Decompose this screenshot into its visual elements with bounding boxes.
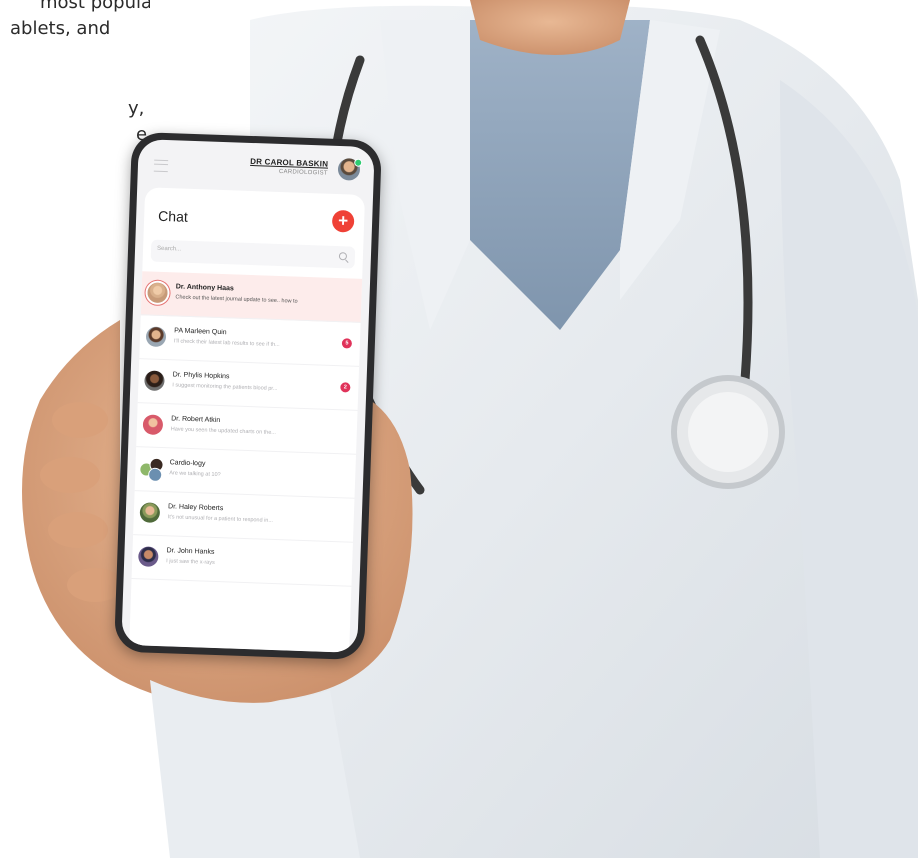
contact-avatar [147, 282, 168, 304]
chat-list-item[interactable]: PA Marleen Quin I'll check their latest … [139, 315, 361, 367]
phone-screen: DR CAROL BASKIN CARDIOLOGIST Chat + Sear… [121, 139, 375, 653]
phone-device: DR CAROL BASKIN CARDIOLOGIST Chat + Sear… [114, 131, 382, 661]
chat-list-item[interactable]: Dr. Robert Atkin Have you seen the updat… [136, 403, 358, 455]
contact-avatar [145, 326, 167, 348]
message-preview: Are we talking at 10? [169, 470, 221, 479]
contact-avatar [142, 414, 164, 436]
article-line: ablets, and [10, 18, 111, 39]
doctor-role: CARDIOLOGIST [278, 168, 328, 177]
message-preview: I suggest monitoring the patients blood … [172, 382, 278, 393]
search-input[interactable]: Search... [157, 246, 181, 253]
unread-badge: 5 [341, 338, 353, 349]
contact-avatar [139, 502, 161, 523]
article-line: y, [128, 98, 145, 119]
group-avatar [139, 457, 164, 483]
message-preview: Check out the latest journal update to s… [175, 294, 298, 305]
hamburger-menu-icon[interactable] [153, 159, 169, 173]
contact-name: Dr. Phylis Hopkins [172, 371, 230, 381]
contact-avatar [144, 370, 165, 392]
cropped-article-text: most popular ablets, and y, e e [0, 0, 150, 200]
contact-name: Dr. Haley Roberts [167, 503, 224, 513]
contact-name: PA Marleen Quin [174, 327, 227, 337]
message-preview: It's not unusual for a patient to respon… [167, 514, 274, 524]
search-bar[interactable]: Search... [150, 239, 356, 269]
chat-card: Chat + Search... Dr. Anthony Haas Check … [129, 187, 366, 653]
contact-name: Dr. Robert Atkin [171, 415, 221, 425]
doctor-name[interactable]: DR CAROL BASKIN [250, 157, 328, 169]
contact-name: Cardio-logy [169, 459, 206, 468]
new-chat-button[interactable]: + [331, 209, 355, 233]
chat-list-item[interactable]: Dr. Haley Roberts It's not unusual for a… [133, 491, 355, 543]
message-preview: I just saw the x-rays [166, 558, 215, 566]
message-preview: I'll check their latest lab results to s… [173, 338, 280, 349]
online-status-dot [354, 158, 363, 167]
chat-list-item[interactable]: Dr. Phylis Hopkins I suggest monitoring … [137, 359, 360, 411]
search-icon[interactable] [338, 252, 348, 261]
chat-list-item[interactable]: Dr. John Hanks I just saw the x-rays [131, 535, 353, 587]
chat-list-item[interactable]: Dr. Anthony Haas Check out the latest jo… [140, 271, 363, 323]
chat-list: Dr. Anthony Haas Check out the latest jo… [131, 271, 363, 587]
page-title: Chat [157, 207, 189, 225]
message-preview: Have you seen the updated charts on the.… [170, 426, 277, 436]
app-header: DR CAROL BASKIN CARDIOLOGIST [137, 139, 374, 191]
article-line: most popular [40, 0, 150, 13]
contact-avatar [137, 546, 159, 567]
contact-name: Dr. Anthony Haas [175, 283, 234, 293]
chat-list-item[interactable]: Cardio-logy Are we talking at 10? [134, 447, 357, 499]
contact-name: Dr. John Hanks [166, 547, 215, 556]
unread-badge: 2 [340, 382, 351, 393]
